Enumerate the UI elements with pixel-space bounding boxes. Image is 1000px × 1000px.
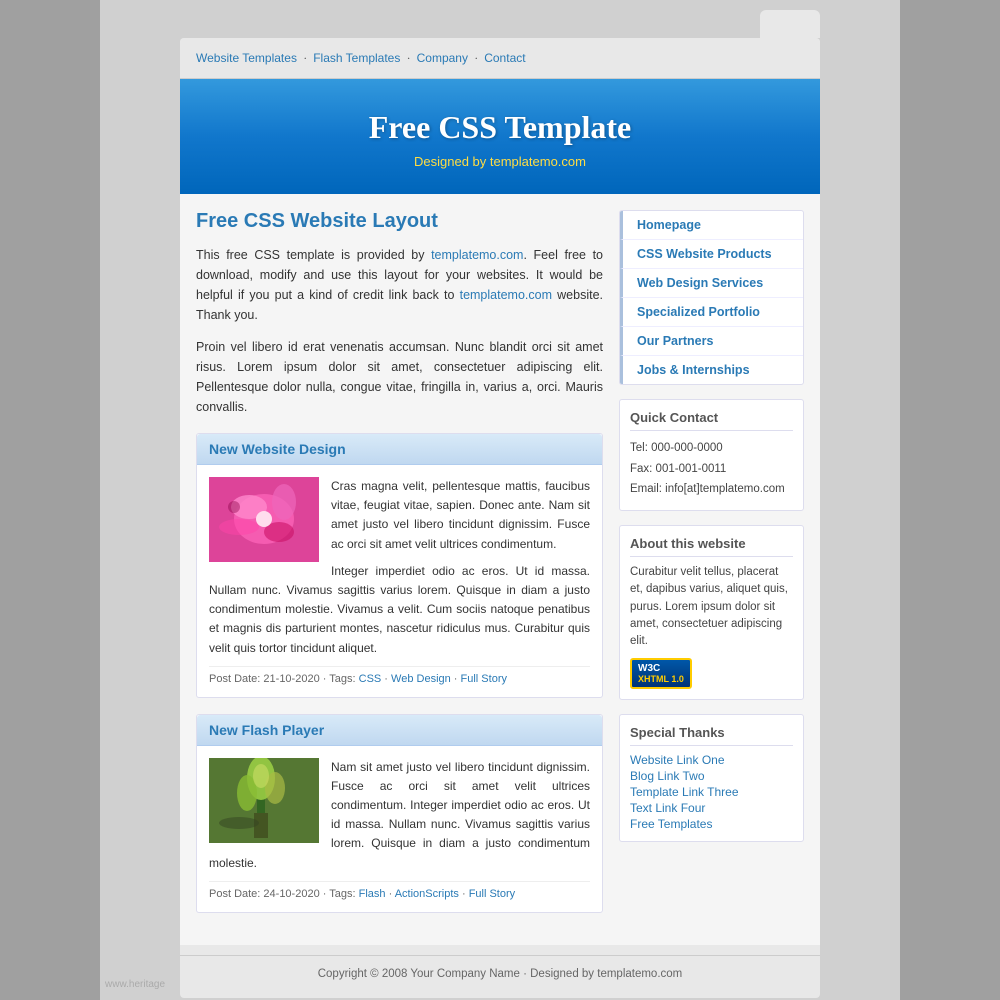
article-1-title: New Website Design xyxy=(209,441,590,457)
sidebar: Homepage CSS Website Products Web Design… xyxy=(619,210,804,929)
intro-paragraph: This free CSS template is provided by te… xyxy=(196,245,603,325)
nav-separator-1: · xyxy=(303,51,310,65)
sidebar-item-partners[interactable]: Our Partners xyxy=(620,327,803,356)
quick-contact-heading: Quick Contact xyxy=(630,410,793,431)
article-2: New Flash Player xyxy=(196,714,603,913)
article-2-header: New Flash Player xyxy=(197,715,602,746)
sidebar-link-portfolio[interactable]: Specialized Portfolio xyxy=(637,305,760,319)
fax-line: Fax: 001-001-0011 xyxy=(630,459,793,480)
article-2-tag-fullstory[interactable]: Full Story xyxy=(469,888,515,900)
nav-link-website-templates[interactable]: Website Templates xyxy=(196,51,297,65)
article-2-title: New Flash Player xyxy=(209,722,590,738)
special-thanks-link-5[interactable]: Free Templates xyxy=(630,817,793,831)
article-1-tag-webdesign[interactable]: Web Design xyxy=(391,673,451,685)
article-2-body: Nam sit amet justo vel libero tincidunt … xyxy=(197,746,602,912)
lorem-paragraph: Proin vel libero id erat venenatis accum… xyxy=(196,337,603,417)
templatemo-link-2[interactable]: templatemo.com xyxy=(460,288,552,302)
article-2-image xyxy=(209,758,319,843)
w3c-badge: W3C XHTML 1.0 xyxy=(630,658,692,689)
article-1: New Website Design xyxy=(196,433,603,698)
article-2-meta: Post Date: 24-10-2020 · Tags: Flash · Ac… xyxy=(209,881,590,900)
content-area: Free CSS Website Layout This free CSS te… xyxy=(180,194,820,945)
article-1-text2: Integer imperdiet odio ac eros. Ut id ma… xyxy=(209,562,590,658)
article-1-date: Post Date: 21-10-2020 xyxy=(209,673,320,685)
main-content: Free CSS Website Layout This free CSS te… xyxy=(196,210,619,929)
nav-separator-2: · xyxy=(407,51,414,65)
sidebar-item-jobs[interactable]: Jobs & Internships xyxy=(620,356,803,384)
special-thanks-links: Website Link One Blog Link Two Template … xyxy=(630,753,793,831)
sidebar-link-partners[interactable]: Our Partners xyxy=(637,334,713,348)
main-container: Website Templates · Flash Templates · Co… xyxy=(180,38,820,998)
sidebar-link-css-products[interactable]: CSS Website Products xyxy=(637,247,772,261)
tab-decoration xyxy=(760,10,820,38)
sidebar-link-jobs[interactable]: Jobs & Internships xyxy=(637,363,750,377)
site-subtitle: Designed by templatemo.com xyxy=(200,154,800,169)
about-text: Curabitur velit tellus, placerat et, dap… xyxy=(630,564,793,650)
special-thanks-box: Special Thanks Website Link One Blog Lin… xyxy=(619,714,804,842)
article-1-image xyxy=(209,477,319,562)
footer: Copyright © 2008 Your Company Name · Des… xyxy=(180,955,820,992)
w3c-xhtml-label: XHTML 1.0 xyxy=(638,674,684,684)
article-2-tag-actionscripts[interactable]: ActionScripts xyxy=(395,888,459,900)
article-1-body: Cras magna velit, pellentesque mattis, f… xyxy=(197,465,602,697)
nav-bar: Website Templates · Flash Templates · Co… xyxy=(180,38,820,79)
sidebar-item-css-products[interactable]: CSS Website Products xyxy=(620,240,803,269)
email-line: Email: info[at]templatemo.com xyxy=(630,479,793,500)
nav-separator-3: · xyxy=(474,51,481,65)
nav-link-company[interactable]: Company xyxy=(417,51,468,65)
outer-wrapper: Website Templates · Flash Templates · Co… xyxy=(100,0,900,1000)
article-1-tag-css[interactable]: CSS xyxy=(359,673,382,685)
special-thanks-link-1[interactable]: Website Link One xyxy=(630,753,793,767)
tel-line: Tel: 000-000-0000 xyxy=(630,438,793,459)
sidebar-link-web-design[interactable]: Web Design Services xyxy=(637,276,763,290)
special-thanks-link-2[interactable]: Blog Link Two xyxy=(630,769,793,783)
watermark: www.heritage xyxy=(105,979,165,990)
site-title: Free CSS Template xyxy=(200,109,800,146)
footer-text: Copyright © 2008 Your Company Name · Des… xyxy=(318,968,683,980)
about-box: About this website Curabitur velit tellu… xyxy=(619,525,804,700)
sidebar-item-web-design[interactable]: Web Design Services xyxy=(620,269,803,298)
sidebar-item-portfolio[interactable]: Specialized Portfolio xyxy=(620,298,803,327)
special-thanks-heading: Special Thanks xyxy=(630,725,793,746)
quick-contact-box: Quick Contact Tel: 000-000-0000 Fax: 001… xyxy=(619,399,804,511)
article-1-header: New Website Design xyxy=(197,434,602,465)
article-1-meta: Post Date: 21-10-2020 · Tags: CSS · Web … xyxy=(209,666,590,685)
nav-link-flash-templates[interactable]: Flash Templates xyxy=(313,51,400,65)
special-thanks-link-3[interactable]: Template Link Three xyxy=(630,785,793,799)
templatemo-link-1[interactable]: templatemo.com xyxy=(431,248,523,262)
about-heading: About this website xyxy=(630,536,793,557)
main-heading: Free CSS Website Layout xyxy=(196,210,603,233)
article-2-date: Post Date: 24-10-2020 xyxy=(209,888,320,900)
sidebar-nav: Homepage CSS Website Products Web Design… xyxy=(619,210,804,385)
special-thanks-link-4[interactable]: Text Link Four xyxy=(630,801,793,815)
sidebar-item-homepage[interactable]: Homepage xyxy=(620,211,803,240)
header-banner: Free CSS Template Designed by templatemo… xyxy=(180,79,820,194)
article-2-tag-flash[interactable]: Flash xyxy=(359,888,386,900)
nav-link-contact[interactable]: Contact xyxy=(484,51,525,65)
sidebar-link-homepage[interactable]: Homepage xyxy=(637,218,701,232)
article-1-tag-fullstory[interactable]: Full Story xyxy=(461,673,507,685)
